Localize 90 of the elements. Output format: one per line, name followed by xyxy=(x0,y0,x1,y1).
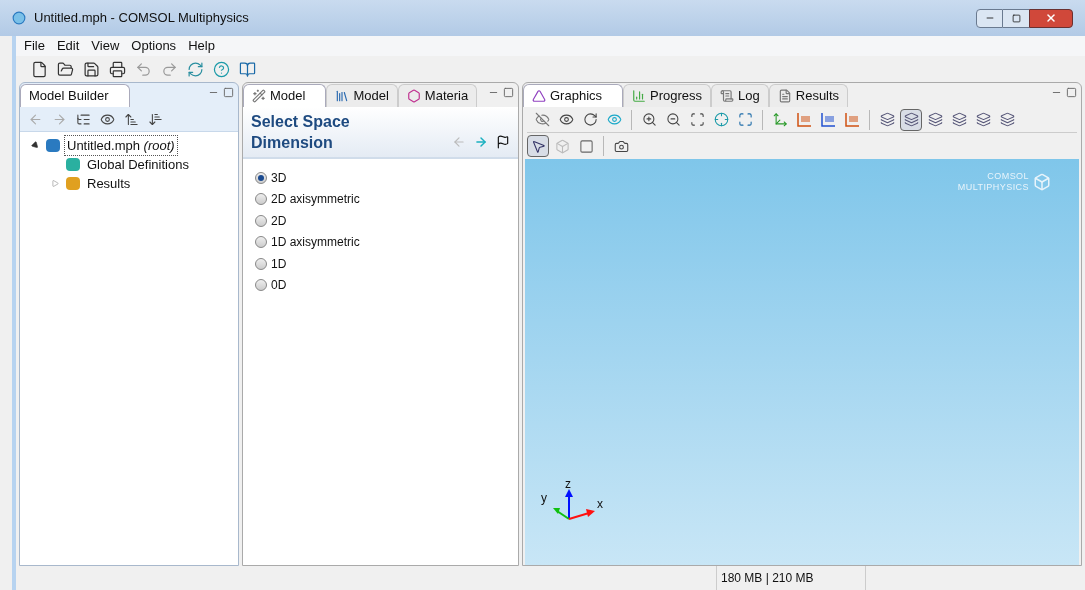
radio-label: 1D axisymmetric xyxy=(271,234,360,252)
panel-tab[interactable]: Graphics xyxy=(523,84,624,107)
list-icon xyxy=(75,111,91,127)
layers-button[interactable] xyxy=(900,108,922,131)
node-icon xyxy=(66,158,80,171)
refresh-icon xyxy=(186,60,204,78)
panel-tab[interactable]: Model xyxy=(326,84,398,107)
menu-item[interactable]: Options xyxy=(131,36,177,56)
hidden-eye-icon xyxy=(534,112,550,127)
panel-tab[interactable]: Model Builder xyxy=(20,84,130,107)
plane-axes-icon xyxy=(796,111,812,128)
extents-icon xyxy=(737,112,753,127)
plane-axes-icon xyxy=(820,111,836,128)
rotate-icon xyxy=(582,112,598,127)
maximize-icon xyxy=(1011,13,1021,23)
radio-button[interactable] xyxy=(255,257,267,270)
file-icon xyxy=(30,60,48,78)
maximize-button[interactable] xyxy=(1003,8,1029,28)
eye-icon xyxy=(558,112,574,127)
node-icon xyxy=(46,139,60,152)
maximize-icon[interactable] xyxy=(223,87,234,98)
finish-flag-icon[interactable] xyxy=(496,135,510,149)
radio-label: 2D axisymmetric xyxy=(271,191,360,209)
axis-label: x xyxy=(597,496,603,513)
material-icon xyxy=(406,89,421,103)
sort-down-icon xyxy=(147,111,163,127)
wireframe-icon xyxy=(578,138,594,154)
plane-axes-icon xyxy=(844,111,860,128)
pointer-icon xyxy=(530,138,546,154)
forward-icon xyxy=(51,111,67,127)
window-title: Untitled.mph - COMSOL Multiphysics xyxy=(34,9,249,28)
axis-label: z xyxy=(565,476,571,493)
radio-button[interactable] xyxy=(255,214,267,227)
radio-button[interactable] xyxy=(255,193,267,206)
cube-icon xyxy=(554,138,570,154)
close-icon xyxy=(1045,12,1057,24)
help-icon xyxy=(212,60,230,78)
zoom-box-icon xyxy=(689,112,705,127)
zoom-in-icon xyxy=(641,112,657,127)
sort-up-icon xyxy=(123,111,139,127)
logo-text: COMSOL xyxy=(987,171,1029,182)
minimize-button[interactable] xyxy=(976,8,1003,28)
printer-icon xyxy=(108,60,126,78)
radio-button[interactable] xyxy=(255,279,267,292)
folder-icon xyxy=(56,60,74,78)
logo-text: MULTIPHYSICS xyxy=(957,182,1029,193)
book-icon xyxy=(238,60,256,78)
progress-icon xyxy=(632,89,647,103)
radio-label: 0D xyxy=(271,277,287,295)
forward-icon[interactable] xyxy=(474,135,488,149)
close-button[interactable] xyxy=(1029,8,1073,28)
panel-tab[interactable]: Results xyxy=(768,84,849,107)
eye-icon xyxy=(99,111,115,127)
center-icon xyxy=(713,112,729,127)
panel-tab[interactable]: Progress xyxy=(623,84,712,107)
menu-item[interactable]: Help xyxy=(188,36,215,56)
menu-item[interactable]: Edit xyxy=(56,36,80,56)
wizard-heading: Select Space Dimension xyxy=(251,112,351,153)
radio-button[interactable] xyxy=(255,236,267,249)
library-icon xyxy=(335,89,350,103)
memory-status: 180 MB | 210 MB xyxy=(721,570,814,587)
log-icon xyxy=(720,89,735,103)
zoom-out-icon xyxy=(665,112,681,127)
view-icon xyxy=(606,112,622,127)
undo-icon xyxy=(134,60,152,78)
redo-icon xyxy=(160,60,178,78)
panel-tab[interactable]: Model xyxy=(243,84,327,107)
graphics-icon xyxy=(532,89,546,103)
axes-icon xyxy=(772,112,788,127)
radio-button[interactable] xyxy=(255,171,267,184)
back-icon xyxy=(27,111,43,127)
maximize-icon[interactable] xyxy=(503,87,514,98)
menu-item[interactable]: View xyxy=(91,36,120,56)
menu-item[interactable]: File xyxy=(24,36,45,56)
radio-label: 2D xyxy=(271,212,287,230)
app-icon xyxy=(12,11,26,25)
radio-label: 3D xyxy=(271,169,287,187)
camera-icon xyxy=(613,138,629,154)
axis-label: y xyxy=(541,490,547,507)
wand-icon xyxy=(252,89,266,103)
tree-item[interactable]: Untitled.mph (root) xyxy=(64,134,178,157)
panel-tab[interactable]: Log xyxy=(711,84,769,107)
results-icon xyxy=(777,89,792,103)
save-icon xyxy=(82,60,100,78)
panel-tab[interactable]: Materia xyxy=(397,84,478,107)
maximize-icon[interactable] xyxy=(1066,87,1077,98)
node-icon xyxy=(66,177,80,190)
pointer-button[interactable] xyxy=(527,135,549,157)
logo-cube-icon xyxy=(1033,173,1051,191)
radio-label: 1D xyxy=(271,255,287,273)
